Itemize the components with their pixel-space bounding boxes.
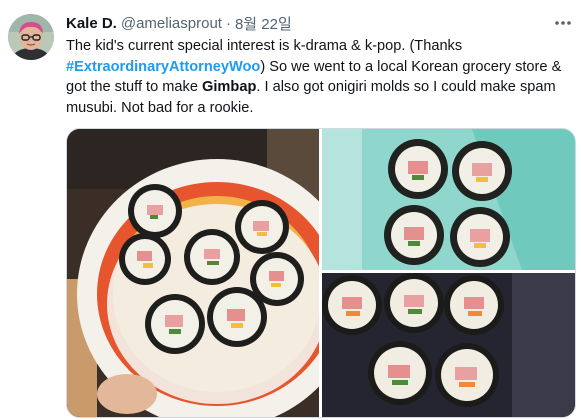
avatar-image — [8, 14, 54, 60]
tweet-bold-word: Gimbap — [202, 79, 257, 95]
hashtag-link[interactable]: #ExtraordinaryAttorneyWoo — [66, 59, 260, 75]
photo-gimbap-plate[interactable] — [67, 129, 319, 417]
gimbap-plate-image — [67, 129, 319, 417]
media-grid — [66, 128, 576, 418]
more-horizontal-icon — [555, 21, 571, 25]
photo-gimbap-closeup[interactable] — [322, 273, 575, 417]
tweet-text-part-1: The kid's current special interest is k-… — [66, 38, 463, 54]
tweet-date[interactable]: 8월 22일 — [235, 13, 292, 34]
gimbap-teal-image — [322, 129, 575, 270]
user-handle[interactable]: @ameliasprout — [121, 15, 222, 32]
gimbap-closeup-image — [322, 273, 575, 417]
tweet-text: The kid's current special interest is k-… — [66, 36, 571, 118]
more-options-button[interactable] — [550, 12, 576, 34]
tweet-header: Kale D. @ameliasprout · 8월 22일 — [66, 12, 292, 34]
tweet-card: Kale D. @ameliasprout · 8월 22일 The kid's… — [0, 0, 581, 420]
display-name[interactable]: Kale D. — [66, 15, 117, 32]
separator-dot: · — [225, 14, 231, 32]
avatar[interactable] — [8, 14, 54, 60]
photo-gimbap-teal[interactable] — [322, 129, 575, 270]
